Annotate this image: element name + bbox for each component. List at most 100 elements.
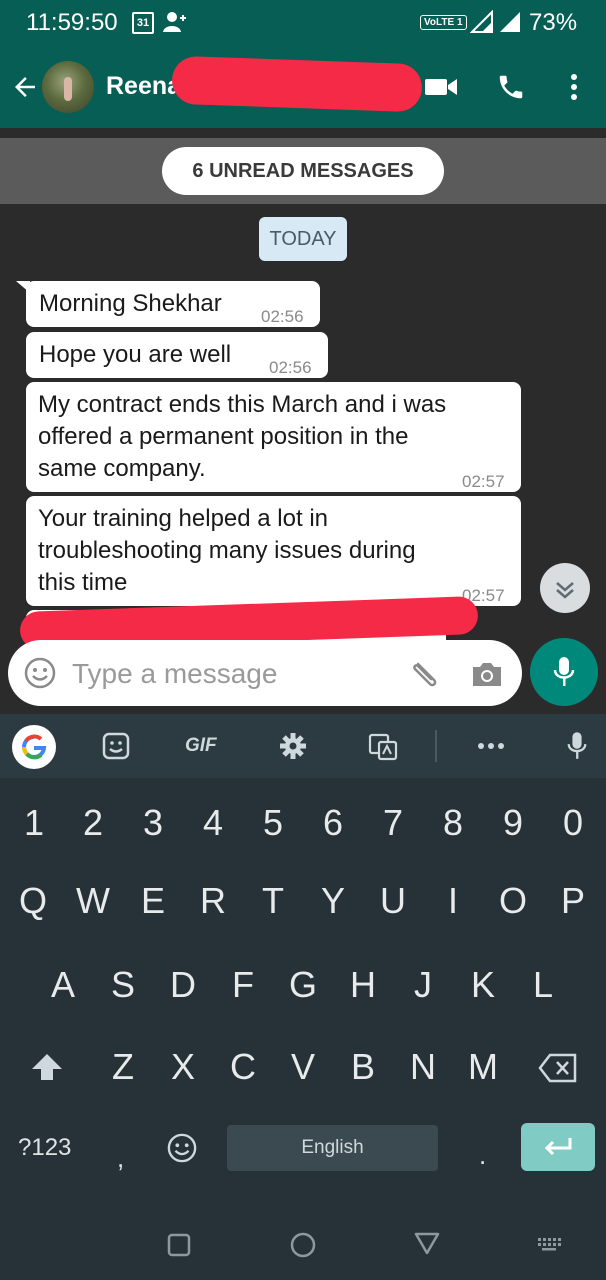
more-options-icon[interactable] xyxy=(564,72,584,102)
symbols-key[interactable]: ?123 xyxy=(18,1134,71,1162)
key-g[interactable]: G xyxy=(273,964,333,1006)
message-bubble[interactable]: Your training helped a lot in troublesho… xyxy=(26,496,521,606)
key-w[interactable]: W xyxy=(63,880,123,922)
message-time: 02:56 xyxy=(261,307,304,326)
shift-arrow-icon[interactable] xyxy=(30,1052,64,1082)
space-bar[interactable]: English xyxy=(227,1125,438,1171)
battery-percent: 73% xyxy=(529,9,578,36)
message-input[interactable]: Type a message xyxy=(72,658,277,690)
key-6[interactable]: 6 xyxy=(303,802,363,844)
message-text: Morning Shekhar xyxy=(39,290,222,317)
comma-key[interactable]: , xyxy=(117,1143,124,1174)
date-chip: TODAY xyxy=(259,217,347,261)
key-l[interactable]: L xyxy=(513,964,573,1006)
key-x[interactable]: X xyxy=(153,1046,213,1088)
voice-record-button[interactable] xyxy=(530,638,598,706)
key-2[interactable]: 2 xyxy=(63,802,123,844)
emoji-key-icon[interactable] xyxy=(167,1133,197,1163)
more-horizontal-icon[interactable] xyxy=(476,740,506,752)
recents-square-icon[interactable] xyxy=(166,1232,192,1258)
signal-icon xyxy=(470,10,493,33)
message-time: 02:57 xyxy=(462,472,505,491)
signal-icon xyxy=(500,12,520,32)
emoji-icon[interactable] xyxy=(24,657,56,689)
gif-button[interactable]: GIF xyxy=(185,735,217,757)
message-text: Hope you are well xyxy=(39,341,232,368)
key-n[interactable]: N xyxy=(393,1046,453,1088)
key-h[interactable]: H xyxy=(333,964,393,1006)
home-circle-icon[interactable] xyxy=(289,1231,317,1259)
key-q[interactable]: Q xyxy=(3,880,63,922)
redaction-mark xyxy=(171,55,423,113)
key-4[interactable]: 4 xyxy=(183,802,243,844)
chat-header: Reena xyxy=(0,44,606,128)
key-a[interactable]: A xyxy=(33,964,93,1006)
message-text: Your training helped a lot in xyxy=(38,505,328,532)
toolbar-divider xyxy=(435,730,437,762)
key-u[interactable]: U xyxy=(363,880,423,922)
contact-avatar[interactable] xyxy=(42,61,94,113)
message-composer[interactable]: Type a message xyxy=(8,640,522,706)
status-time: 11:59:50 xyxy=(26,9,118,36)
key-i[interactable]: I xyxy=(423,880,483,922)
key-f[interactable]: F xyxy=(213,964,273,1006)
unread-messages-label: 6 UNREAD MESSAGES xyxy=(162,147,444,195)
key-9[interactable]: 9 xyxy=(483,802,543,844)
status-bar: 11:59:50 31 VoLTE 1 73% xyxy=(0,0,606,44)
volte-badge: VoLTE 1 xyxy=(420,15,467,30)
key-t[interactable]: T xyxy=(243,880,303,922)
person-add-icon xyxy=(163,12,186,32)
key-s[interactable]: S xyxy=(93,964,153,1006)
key-7[interactable]: 7 xyxy=(363,802,423,844)
key-5[interactable]: 5 xyxy=(243,802,303,844)
key-0[interactable]: 0 xyxy=(543,802,603,844)
period-key[interactable]: . xyxy=(479,1140,486,1171)
phone-call-icon[interactable] xyxy=(496,72,526,102)
key-o[interactable]: O xyxy=(483,880,543,922)
microphone-icon xyxy=(553,657,575,686)
key-k[interactable]: K xyxy=(453,964,513,1006)
message-text: My contract ends this March and i was xyxy=(38,391,447,418)
voice-typing-mic-icon[interactable] xyxy=(566,730,588,762)
message-text: same company. xyxy=(38,455,206,482)
key-1[interactable]: 1 xyxy=(4,802,64,844)
message-bubble[interactable]: Morning Shekhar 02:56 xyxy=(26,281,320,327)
keyboard-switch-icon[interactable] xyxy=(536,1236,562,1252)
key-c[interactable]: C xyxy=(213,1046,273,1088)
back-arrow-icon[interactable] xyxy=(10,72,40,102)
key-8[interactable]: 8 xyxy=(423,802,483,844)
sticker-icon[interactable] xyxy=(102,732,130,760)
attach-paperclip-icon[interactable] xyxy=(408,658,440,690)
settings-gear-icon[interactable] xyxy=(279,732,307,760)
message-text: offered a permanent position in the xyxy=(38,423,409,450)
key-m[interactable]: M xyxy=(453,1046,513,1088)
key-v[interactable]: V xyxy=(273,1046,333,1088)
back-triangle-icon[interactable] xyxy=(413,1230,441,1256)
key-e[interactable]: E xyxy=(123,880,183,922)
calendar-icon: 31 xyxy=(132,12,154,34)
translate-icon[interactable] xyxy=(368,732,398,762)
message-text: this time xyxy=(38,569,128,596)
camera-icon[interactable] xyxy=(470,659,504,689)
video-call-icon[interactable] xyxy=(424,74,458,100)
enter-key[interactable] xyxy=(521,1123,595,1171)
key-j[interactable]: J xyxy=(393,964,453,1006)
message-time: 02:56 xyxy=(269,358,312,377)
key-b[interactable]: B xyxy=(333,1046,393,1088)
google-g-icon[interactable] xyxy=(12,725,56,769)
key-z[interactable]: Z xyxy=(93,1046,153,1088)
backspace-icon[interactable] xyxy=(538,1053,578,1083)
return-arrow-icon xyxy=(544,1138,572,1156)
system-nav-bar xyxy=(0,1210,606,1280)
message-bubble[interactable]: Hope you are well 02:56 xyxy=(26,332,328,378)
key-y[interactable]: Y xyxy=(303,880,363,922)
scroll-to-bottom-button[interactable] xyxy=(540,563,590,613)
key-3[interactable]: 3 xyxy=(123,802,183,844)
chevron-double-down-icon xyxy=(556,582,574,599)
message-text: troubleshooting many issues during xyxy=(38,537,416,564)
key-p[interactable]: P xyxy=(543,880,603,922)
contact-name[interactable]: Reena xyxy=(106,72,181,101)
message-bubble[interactable]: My contract ends this March and i was of… xyxy=(26,382,521,492)
key-r[interactable]: R xyxy=(183,880,243,922)
key-d[interactable]: D xyxy=(153,964,213,1006)
